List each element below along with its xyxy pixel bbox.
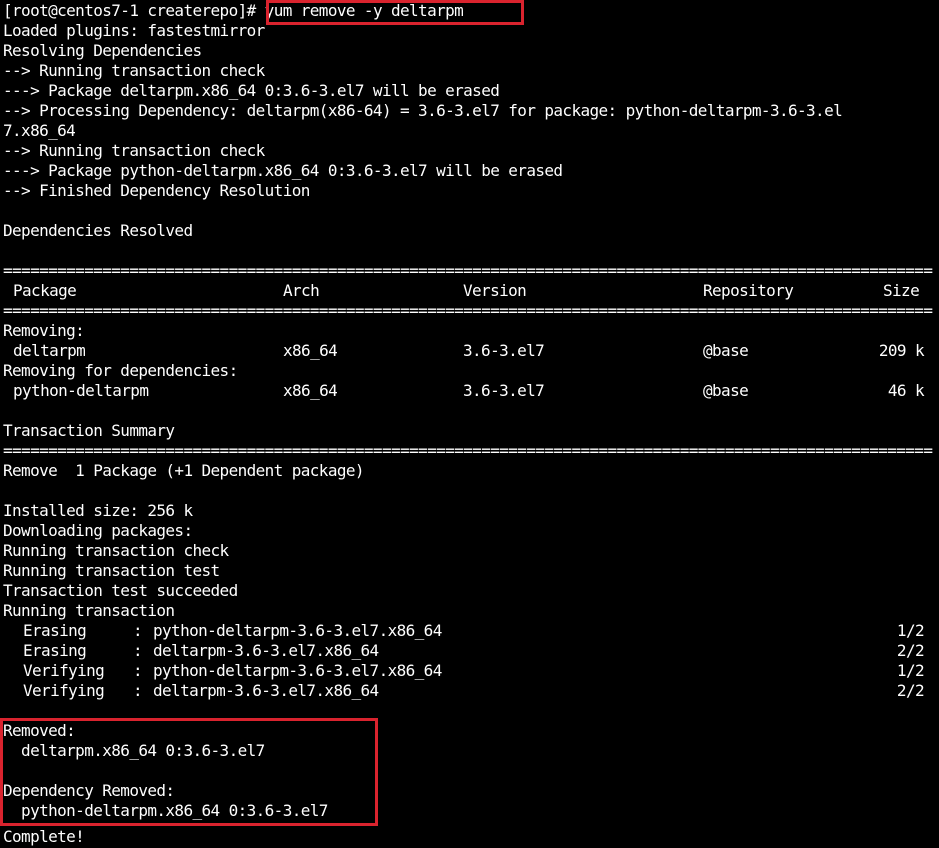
output-line: Transaction test succeeded bbox=[3, 581, 238, 600]
step-separator: : bbox=[133, 661, 152, 680]
output-line: Downloading packages: bbox=[3, 521, 193, 540]
terminal-window[interactable]: [root@centos7-1 createrepo]# yum remove … bbox=[0, 0, 939, 848]
step-package: deltarpm-3.6-3.el7.x86_64 bbox=[153, 641, 379, 660]
table-cell-package: deltarpm bbox=[13, 341, 86, 360]
column-header-size: Size bbox=[883, 281, 920, 300]
output-line: ---> Package deltarpm.x86_64 0:3.6-3.el7… bbox=[3, 81, 500, 100]
table-cell-repository: @base bbox=[703, 381, 749, 400]
summary-title: Transaction Summary bbox=[3, 421, 175, 440]
output-line: --> Running transaction check bbox=[3, 141, 265, 160]
column-header-version: Version bbox=[463, 281, 527, 300]
step-action: Verifying bbox=[23, 681, 105, 700]
output-line: Running transaction check bbox=[3, 541, 229, 560]
step-progress: 2/2 bbox=[896, 641, 925, 660]
removed-title: Removed: bbox=[3, 721, 76, 740]
output-line: --> Processing Dependency: deltarpm(x86-… bbox=[3, 101, 843, 120]
output-line: Installed size: 256 k bbox=[3, 501, 193, 520]
step-action: Verifying bbox=[23, 661, 105, 680]
table-cell-size: 209 k bbox=[878, 341, 925, 360]
output-line: ---> Package python-deltarpm.x86_64 0:3.… bbox=[3, 161, 563, 180]
step-progress: 1/2 bbox=[896, 621, 925, 640]
prompt-line: [root@centos7-1 createrepo]# yum remove … bbox=[3, 1, 464, 21]
table-cell-repository: @base bbox=[703, 341, 749, 360]
column-header-arch: Arch bbox=[283, 281, 320, 300]
column-header-repository: Repository bbox=[703, 281, 794, 300]
output-line: Loaded plugins: fastestmirror bbox=[3, 21, 265, 40]
table-cell-arch: x86_64 bbox=[283, 341, 338, 360]
column-header-package: Package bbox=[13, 281, 77, 300]
section-title: Removing for dependencies: bbox=[3, 361, 238, 380]
table-cell-version: 3.6-3.el7 bbox=[463, 381, 545, 400]
complete-message: Complete! bbox=[3, 827, 85, 846]
output-line: Running transaction bbox=[3, 601, 175, 620]
table-cell-package: python-deltarpm bbox=[13, 381, 149, 400]
output-line: --> Running transaction check bbox=[3, 61, 265, 80]
prompt: [root@centos7-1 createrepo] bbox=[3, 1, 247, 20]
output-line: Resolving Dependencies bbox=[3, 41, 202, 60]
step-package: deltarpm-3.6-3.el7.x86_64 bbox=[153, 681, 379, 700]
removed-item: deltarpm.x86_64 0:3.6-3.el7 bbox=[3, 741, 265, 760]
step-separator: : bbox=[133, 641, 152, 660]
step-action: Erasing bbox=[23, 621, 87, 640]
table-cell-arch: x86_64 bbox=[283, 381, 338, 400]
step-action: Erasing bbox=[23, 641, 87, 660]
output-line: Running transaction test bbox=[3, 561, 220, 580]
command-text: # yum remove -y deltarpm bbox=[246, 1, 464, 20]
table-cell-version: 3.6-3.el7 bbox=[463, 341, 545, 360]
separator-rule: ========================================… bbox=[3, 301, 933, 320]
section-title: Removing: bbox=[3, 321, 85, 340]
step-progress: 2/2 bbox=[896, 681, 925, 700]
step-separator: : bbox=[133, 621, 152, 640]
output-line: 7.x86_64 bbox=[3, 121, 76, 140]
output-line: --> Finished Dependency Resolution bbox=[3, 181, 310, 200]
step-package: python-deltarpm-3.6-3.el7.x86_64 bbox=[153, 661, 442, 680]
separator-rule: ========================================… bbox=[3, 261, 933, 280]
output-line: Dependencies Resolved bbox=[3, 221, 193, 240]
dependency-removed-item: python-deltarpm.x86_64 0:3.6-3.el7 bbox=[3, 801, 328, 820]
step-progress: 1/2 bbox=[896, 661, 925, 680]
separator-rule: ========================================… bbox=[3, 441, 933, 460]
summary-line: Remove 1 Package (+1 Dependent package) bbox=[3, 461, 365, 480]
table-cell-size: 46 k bbox=[887, 381, 925, 400]
dependency-removed-title: Dependency Removed: bbox=[3, 781, 175, 800]
step-separator: : bbox=[133, 681, 152, 700]
step-package: python-deltarpm-3.6-3.el7.x86_64 bbox=[153, 621, 442, 640]
